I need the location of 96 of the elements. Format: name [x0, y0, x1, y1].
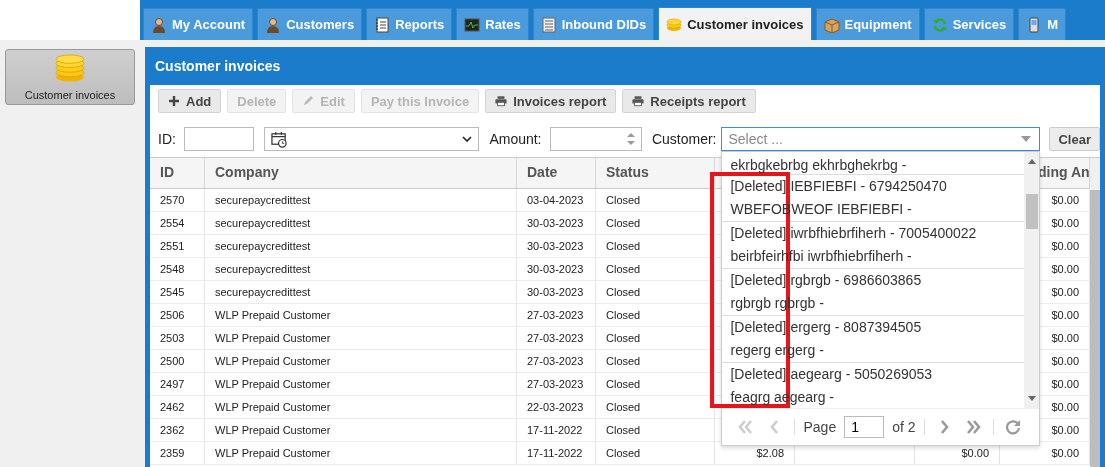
amount-field[interactable]: [549, 127, 642, 151]
page-field[interactable]: 1: [844, 416, 885, 438]
table-cell: 30-03-2023: [517, 258, 596, 280]
customer-label: Customer:: [651, 131, 717, 147]
column-header[interactable]: ID: [150, 158, 205, 188]
column-header[interactable]: Status: [596, 158, 715, 188]
table-cell: Closed: [596, 442, 715, 464]
person-icon: [151, 16, 167, 33]
table-cell: 2497: [150, 373, 205, 395]
table-cell: Closed: [596, 350, 715, 372]
table-cell: securepaycredittest: [205, 189, 517, 211]
scrollbar[interactable]: [1024, 152, 1040, 408]
table-cell: Closed: [596, 327, 715, 349]
table-cell: Closed: [596, 235, 715, 257]
table-cell: 2500: [150, 350, 205, 372]
table-cell: Closed: [596, 419, 715, 441]
column-header[interactable]: Company: [205, 158, 517, 188]
table-cell: 17-11-2022: [517, 442, 596, 464]
panel-title: Customer invoices: [154, 57, 282, 76]
table-cell: 27-03-2023: [517, 373, 596, 395]
table-cell: 17-11-2022: [517, 419, 596, 441]
scroll-up-icon[interactable]: [1027, 159, 1036, 164]
printer-icon: [632, 95, 645, 107]
sidebar-item[interactable]: Customer invoices: [5, 49, 135, 105]
table-cell: 2362: [150, 419, 205, 441]
table-cell: 2506: [150, 304, 205, 326]
toolbar-button[interactable]: Receipts report: [622, 89, 756, 113]
table-cell: 2554: [150, 212, 205, 234]
table-cell: 27-03-2023: [517, 327, 596, 349]
refresh-icon[interactable]: [1004, 419, 1021, 435]
table-cell: WLP Prepaid Customer: [205, 442, 517, 464]
dropdown-item[interactable]: ekrbgkebrbg ekhrbghekrbg -: [722, 152, 1025, 175]
chart-icon: [464, 16, 481, 33]
printer-icon: [495, 95, 508, 107]
coins-icon: [53, 54, 87, 82]
table-cell: WLP Prepaid Customer: [205, 327, 517, 349]
table-cell: 30-03-2023: [517, 212, 596, 234]
dropdown-arrow-icon: [1021, 136, 1032, 142]
table-cell: $2.08: [715, 442, 795, 464]
table-cell: 30-03-2023: [517, 281, 596, 303]
page-count: of 2: [892, 419, 916, 435]
table-cell: 2359: [150, 442, 205, 464]
column-header[interactable]: Date: [517, 158, 596, 188]
box-icon: [823, 16, 840, 33]
spinner-arrows-icon: [626, 132, 635, 146]
table-cell: 2570: [150, 189, 205, 211]
amount-label: Amount:: [489, 131, 542, 147]
table-cell: 30-03-2023: [517, 235, 596, 257]
table-cell: Closed: [596, 281, 715, 303]
table-cell: WLP Prepaid Customer: [205, 396, 517, 418]
first-page-icon[interactable]: [737, 419, 754, 435]
table-cell: securepaycredittest: [205, 258, 517, 280]
table-cell: WLP Prepaid Customer: [205, 304, 517, 326]
pencil-icon: [302, 95, 315, 107]
calendar-clock-icon: [270, 130, 288, 148]
date-select[interactable]: [263, 127, 480, 151]
tab[interactable]: Customer invoices: [658, 7, 812, 40]
table-cell: $0.00: [915, 442, 1000, 464]
chevron-down-icon: [462, 136, 473, 142]
table-cell: 03-04-2023: [517, 189, 596, 211]
table-cell: Closed: [596, 212, 715, 234]
table-cell: Closed: [596, 189, 715, 211]
table-cell: 2545: [150, 281, 205, 303]
id-label: ID:: [158, 131, 176, 147]
table-cell: securepaycredittest: [205, 235, 517, 257]
table-cell: Closed: [596, 258, 715, 280]
table-cell: 2551: [150, 235, 205, 257]
table-cell: securepaycredittest: [205, 281, 517, 303]
notebook-icon: [374, 16, 391, 33]
table-cell: WLP Prepaid Customer: [205, 350, 517, 372]
last-page-icon[interactable]: [965, 419, 982, 435]
table-cell: 2503: [150, 327, 205, 349]
table-cell: securepaycredittest: [205, 212, 517, 234]
table-cell: 2462: [150, 396, 205, 418]
refresh-icon: [931, 16, 948, 33]
table-cell: 2548: [150, 258, 205, 280]
coins-icon: [666, 16, 683, 32]
table-cell: WLP Prepaid Customer: [205, 373, 517, 395]
table-cell: 22-03-2023: [517, 396, 596, 418]
plus-icon: [168, 95, 180, 107]
toolbar-button[interactable]: Invoices report: [485, 89, 617, 113]
scroll-down-icon[interactable]: [1027, 396, 1036, 401]
table-cell: Closed: [596, 373, 715, 395]
toolbar-button[interactable]: Add: [158, 89, 222, 113]
id-field[interactable]: [183, 127, 254, 151]
list-icon: [540, 16, 557, 33]
table-cell: 27-03-2023: [517, 304, 596, 326]
table-cell: Closed: [596, 304, 715, 326]
person-icon: [265, 16, 282, 33]
scrollbar-thumb[interactable]: [1025, 194, 1038, 229]
table-cell: 27-03-2023: [517, 350, 596, 372]
customer-combobox[interactable]: Select ...: [721, 127, 1041, 151]
page-label: Page: [803, 419, 837, 435]
clear-button[interactable]: Clear: [1049, 127, 1100, 151]
table-cell: Closed: [596, 396, 715, 418]
table-cell: WLP Prepaid Customer: [205, 419, 517, 441]
